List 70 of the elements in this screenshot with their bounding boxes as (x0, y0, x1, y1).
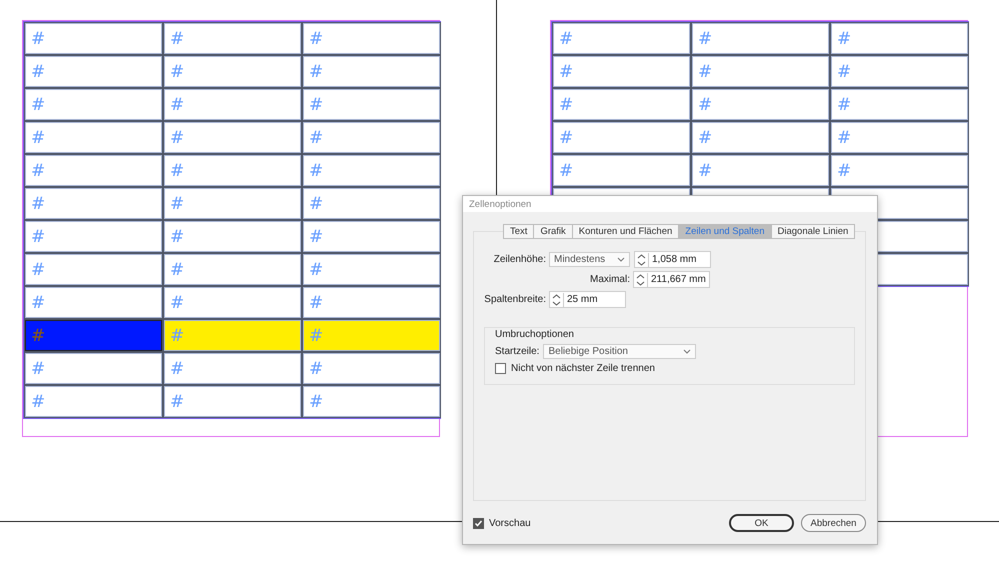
window-title: Zellenoptionen (469, 198, 532, 210)
field-label: Spaltenbreite: (484, 294, 546, 305)
table-cell: # (552, 55, 691, 88)
field-label: Maximal: (588, 274, 630, 285)
table-cell: # (163, 385, 302, 418)
field-label: Zeilenhöhe: (492, 254, 546, 265)
start-row-dropdown[interactable]: Beliebige Position (543, 344, 696, 359)
field-label: Startzeile: (495, 346, 540, 357)
table-cell: # (691, 88, 830, 121)
tab[interactable]: Text (503, 224, 534, 239)
input-field[interactable]: 1,058 mm (634, 251, 711, 268)
table-cell: # (24, 352, 163, 385)
table-cell: # (163, 253, 302, 286)
table-cell: # (302, 121, 441, 154)
table-cell: # (552, 22, 691, 55)
table-cell: # (830, 154, 969, 187)
table-cell: # (163, 319, 302, 352)
table-cell: # (830, 22, 969, 55)
table-cell: # (302, 253, 441, 286)
checkbox-label: Vorschau (489, 518, 531, 528)
ok-button[interactable]: OK (729, 514, 794, 532)
table-cell: # (552, 121, 691, 154)
table-cell: # (163, 121, 302, 154)
table-cell: # (830, 55, 969, 88)
table-cell: # (24, 253, 163, 286)
table-cell: # (24, 286, 163, 319)
table-cell: # (302, 88, 441, 121)
table-cell: # (691, 121, 830, 154)
table-cell: # (302, 385, 441, 418)
table-cell: # (163, 352, 302, 385)
table-cell: # (24, 220, 163, 253)
table-cell: # (302, 286, 441, 319)
tab[interactable]: Konturen und Flächen (572, 224, 680, 239)
group-title: Umbruchoptionen (495, 329, 575, 340)
table-cell: # (24, 154, 163, 187)
input-field[interactable]: 211,667 mm (633, 271, 710, 288)
tab[interactable]: Grafik (534, 224, 573, 239)
input-field[interactable]: 25 mm (549, 291, 626, 308)
table-cell: # (552, 88, 691, 121)
tab[interactable]: Diagonale Linien (772, 224, 856, 239)
table-cell: # (302, 22, 441, 55)
table-cell: # (24, 187, 163, 220)
cancel-button[interactable]: Abbrechen (801, 514, 866, 532)
table-cell: # (552, 154, 691, 187)
mode-dropdown[interactable]: Mindestens (549, 252, 630, 267)
table-cell: # (24, 55, 163, 88)
table-cell: # (163, 220, 302, 253)
table-cell: # (163, 187, 302, 220)
table-cell: # (24, 385, 163, 418)
table-cell: # (24, 22, 163, 55)
table-cell: # (163, 22, 302, 55)
table-cell: # (830, 88, 969, 121)
table-cell: # (691, 55, 830, 88)
table-cell: # (163, 55, 302, 88)
table-cell: # (163, 286, 302, 319)
table-cell: # (163, 154, 302, 187)
table-cell: # (302, 154, 441, 187)
table-cell: # (24, 319, 163, 352)
table-cell: # (302, 352, 441, 385)
table-cell: # (302, 319, 441, 352)
table-cell: # (302, 220, 441, 253)
table-cell: # (691, 154, 830, 187)
table-cell: # (691, 22, 830, 55)
table-cell: # (163, 88, 302, 121)
table-cell: # (302, 55, 441, 88)
table-cell: # (830, 121, 969, 154)
table-cell: # (24, 121, 163, 154)
table-cell: # (302, 187, 441, 220)
checkbox-label: Nicht von nächster Zeile trennen (511, 363, 655, 374)
table-cell: # (24, 88, 163, 121)
